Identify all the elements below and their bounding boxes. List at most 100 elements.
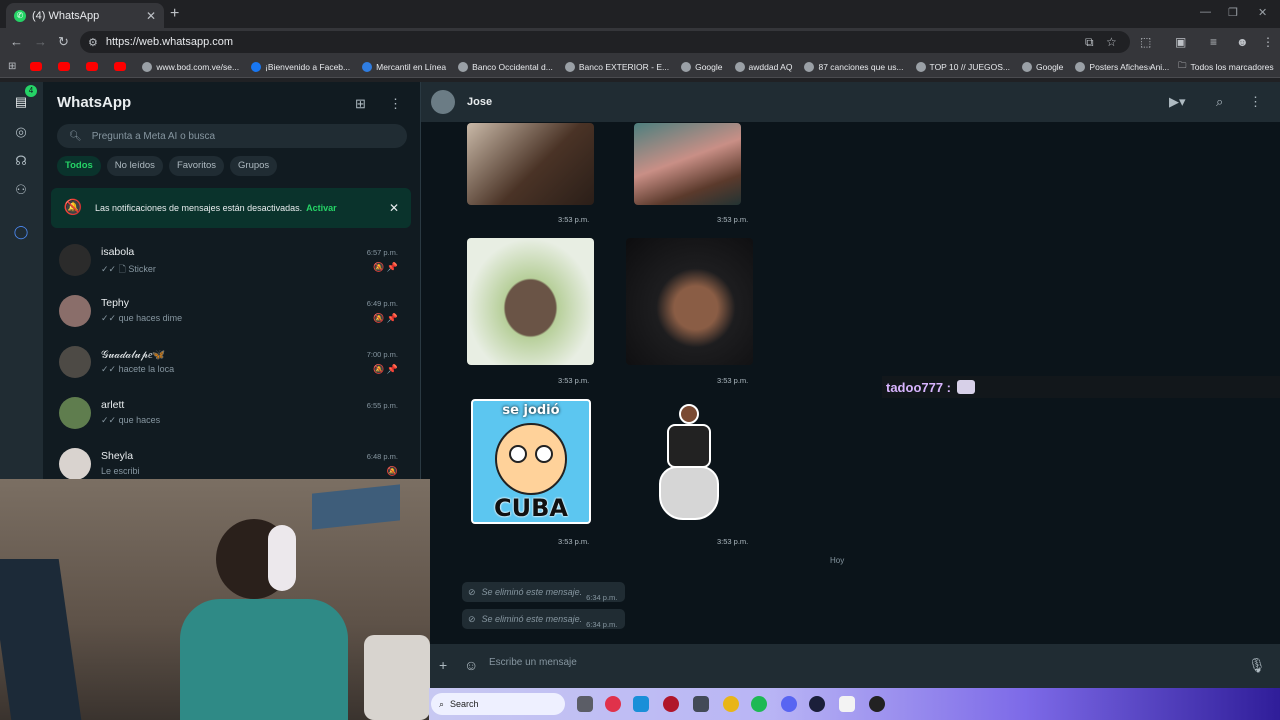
- bookmark-item[interactable]: awddad AQ: [734, 61, 792, 72]
- reload-icon[interactable]: ↻: [58, 34, 69, 50]
- avatar: [59, 448, 91, 480]
- deleted-message[interactable]: ⊘ Se eliminó este mensaje. 6:34 p.m.: [462, 582, 625, 602]
- tab-whatsapp[interactable]: ✆ (4) WhatsApp ✕: [6, 3, 164, 28]
- sticker-image[interactable]: se jodió CUBA: [471, 399, 591, 524]
- filter-unread[interactable]: No leídos: [106, 156, 163, 176]
- more-bookmarks-icon[interactable]: »: [1148, 62, 1153, 72]
- bookmark-item[interactable]: Banco Occidental d...: [458, 61, 553, 72]
- app-icon[interactable]: [869, 696, 885, 712]
- all-bookmarks-folder[interactable]: 🗀 Todos los marcadores: [1178, 60, 1274, 74]
- bookmark-item[interactable]: ¡Bienvenido a Faceb...: [251, 61, 350, 72]
- filter-all[interactable]: Todos: [57, 156, 101, 176]
- emoji-icon[interactable]: ☺: [464, 657, 478, 673]
- chat-row[interactable]: 𝒢𝓊𝒶𝒹𝒶𝓁𝓊𝓅𝑒🦋 ✓✓ hacete la loca 7:00 p.m. 🔕…: [43, 338, 413, 389]
- bookmark-label: Posters Afiches Ani...: [1089, 61, 1170, 72]
- contact-avatar[interactable]: [431, 90, 455, 114]
- message-input[interactable]: Escribe un mensaje: [489, 657, 577, 668]
- webcam-overlay: [0, 479, 430, 720]
- status-icon[interactable]: ◎: [12, 123, 30, 141]
- search-input[interactable]: 🔍︎ Pregunta a Meta AI o busca: [57, 124, 407, 148]
- bookmark-star-icon[interactable]: ☆: [1106, 35, 1117, 49]
- message-time: 3:53 p.m.: [558, 376, 590, 385]
- task-view-icon[interactable]: [577, 696, 593, 712]
- side-panel-icon[interactable]: ▣: [1175, 35, 1186, 49]
- chrome-icon[interactable]: [723, 696, 739, 712]
- chat-row[interactable]: arlett ✓✓ que haces 6:55 p.m.: [43, 389, 413, 440]
- site-info-icon[interactable]: ⚙: [88, 36, 98, 49]
- message-time: 3:53 p.m.: [558, 537, 590, 546]
- bookmark-item[interactable]: Google: [1022, 61, 1063, 72]
- tab-close-icon[interactable]: ✕: [146, 9, 156, 23]
- video-call-icon[interactable]: ▶▾: [1169, 94, 1186, 110]
- media-image[interactable]: [634, 123, 741, 205]
- bookmark-label: Banco EXTERIOR - E...: [578, 61, 670, 72]
- meta-ai-icon[interactable]: ◯: [12, 223, 30, 241]
- sticker-image[interactable]: [655, 404, 723, 522]
- channels-icon[interactable]: ☊: [12, 152, 30, 170]
- chat-row[interactable]: isabola ✓✓ 🗋 Sticker 6:57 p.m. 🔕 📌: [43, 236, 413, 287]
- calculator-icon[interactable]: [693, 696, 709, 712]
- conversation-header[interactable]: Jose ▶▾ ⌕ ⋮: [421, 82, 1280, 122]
- maximize-icon[interactable]: ❐: [1228, 6, 1238, 19]
- media-controls-icon[interactable]: ≡: [1210, 35, 1217, 49]
- spotify-icon[interactable]: [751, 696, 767, 712]
- opera-icon[interactable]: [663, 696, 679, 712]
- bookmark-item[interactable]: Google: [681, 61, 723, 72]
- taskbar-search[interactable]: ⌕ Search: [431, 693, 565, 715]
- youtube-icon: [114, 62, 127, 71]
- message-time: 3:53 p.m.: [717, 376, 749, 385]
- globe-icon: [458, 61, 469, 72]
- minimize-icon[interactable]: —: [1200, 6, 1211, 18]
- chat-row[interactable]: Tephy ✓✓ que haces dime 6:49 p.m. 🔕 📌: [43, 287, 413, 338]
- search-icon[interactable]: ⌕: [1216, 94, 1223, 110]
- discord-icon[interactable]: [781, 696, 797, 712]
- app-icon[interactable]: [839, 696, 855, 712]
- communities-icon[interactable]: ⚇: [12, 181, 30, 199]
- deleted-message[interactable]: ⊘ Se eliminó este mensaje. 6:34 p.m.: [462, 609, 625, 629]
- profile-icon[interactable]: ☻: [1236, 35, 1249, 49]
- filter-favorites[interactable]: Favoritos: [168, 156, 225, 176]
- bookmark-item[interactable]: Mercantil en Línea: [362, 61, 446, 72]
- avatar: [59, 397, 91, 429]
- new-tab-icon[interactable]: +: [170, 5, 179, 23]
- obs-icon[interactable]: [809, 696, 825, 712]
- apps-grid-icon[interactable]: ⊞: [8, 61, 16, 72]
- bookmark-item[interactable]: [58, 62, 74, 72]
- forward-icon[interactable]: →: [34, 34, 47, 49]
- bookmark-item[interactable]: TOP 10 // JUEGOS...: [915, 61, 1010, 72]
- muted-pinned-icons: 🔕 📌: [373, 262, 398, 272]
- notifications-banner: 🔕 Las notificaciones de mensajes están d…: [51, 188, 411, 228]
- back-icon[interactable]: ←: [10, 34, 23, 49]
- filter-groups[interactable]: Grupos: [230, 156, 278, 176]
- media-image[interactable]: [467, 238, 594, 365]
- media-image[interactable]: [467, 123, 594, 205]
- new-chat-icon[interactable]: ⊞: [355, 96, 366, 112]
- close-window-icon[interactable]: ✕: [1258, 6, 1267, 19]
- url-input[interactable]: ⚙ https://web.whatsapp.com: [80, 31, 1130, 53]
- bookmark-item[interactable]: www.bod.com.ve/se...: [142, 61, 239, 72]
- install-app-icon[interactable]: ⧉: [1085, 35, 1094, 50]
- menu-icon[interactable]: ⋮: [1249, 94, 1262, 110]
- url-text: https://web.whatsapp.com: [105, 36, 234, 48]
- close-icon[interactable]: ✕: [389, 201, 399, 215]
- bookmark-item[interactable]: [114, 62, 130, 72]
- menu-icon[interactable]: ⋮: [389, 96, 402, 112]
- media-image[interactable]: [626, 238, 753, 365]
- avatar: [59, 244, 91, 276]
- attach-plus-icon[interactable]: +: [439, 657, 447, 673]
- app-icon[interactable]: [605, 696, 621, 712]
- blocked-icon: ⊘: [468, 586, 476, 597]
- browser-menu-icon[interactable]: ⋮: [1262, 35, 1274, 49]
- bookmark-item[interactable]: 87 canciones que us...: [804, 61, 904, 72]
- contact-name[interactable]: Jose: [467, 96, 492, 108]
- conversation-panel: Jose ▶▾ ⌕ ⋮ 3:53 p.m. 3:53 p.m. 3:53 p.m…: [421, 82, 1280, 688]
- edge-icon[interactable]: [633, 696, 649, 712]
- activate-link[interactable]: Activar: [306, 203, 337, 213]
- bookmark-item[interactable]: Posters Afiches Ani...: [1075, 61, 1170, 72]
- emote-icon: [957, 380, 976, 394]
- bookmark-item[interactable]: Banco EXTERIOR - E...: [564, 61, 670, 72]
- microphone-icon[interactable]: 🎙︎: [1248, 657, 1266, 674]
- bookmark-item[interactable]: [86, 62, 102, 72]
- bookmark-item[interactable]: [30, 62, 46, 72]
- extensions-icon[interactable]: ⬚: [1140, 35, 1151, 49]
